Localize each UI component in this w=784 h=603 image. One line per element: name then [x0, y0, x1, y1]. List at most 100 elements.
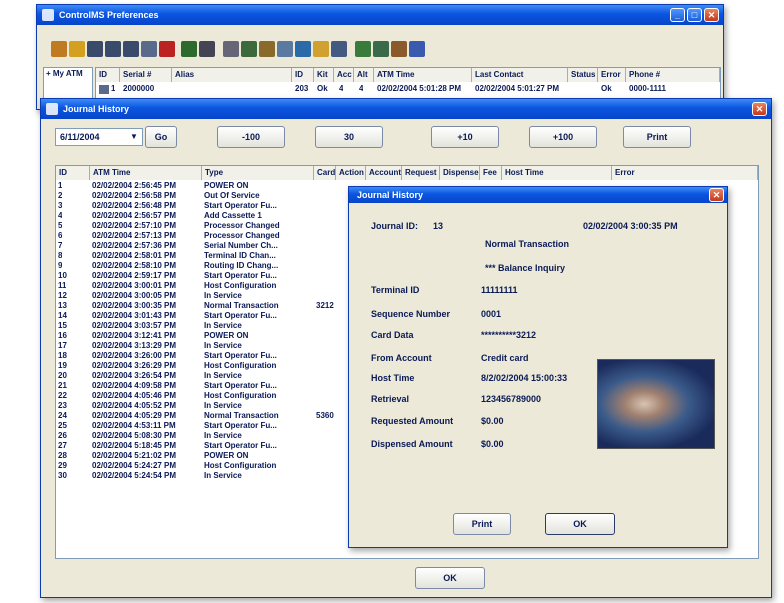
col-header[interactable]: Account: [366, 166, 402, 180]
cell-id: 30: [58, 471, 67, 480]
cell: Ok: [601, 84, 612, 93]
table-row[interactable]: 1 2000000 203 Ok 4 4 02/02/2004 5:01:28 …: [96, 84, 720, 96]
col-header[interactable]: Card: [314, 166, 336, 180]
cell-type: Host Configuration: [204, 461, 277, 470]
preferences-titlebar[interactable]: ControlMS Preferences _ □ ✕: [37, 5, 723, 25]
forward-100-button[interactable]: +100: [529, 126, 597, 148]
cell-time: 02/02/2004 3:01:43 PM: [92, 311, 177, 320]
col-header[interactable]: Last Contact: [472, 68, 568, 82]
tools-icon[interactable]: [391, 41, 407, 57]
cell-id: 29: [58, 461, 67, 470]
forward-10-button[interactable]: +10: [431, 126, 499, 148]
cell-time: 02/02/2004 4:05:52 PM: [92, 401, 177, 410]
field-label: Retrieval: [371, 394, 410, 404]
cell-type: In Service: [204, 401, 242, 410]
col-header[interactable]: ATM Time: [90, 166, 202, 180]
cell: 2000000: [123, 84, 155, 93]
col-header[interactable]: Alias: [172, 68, 292, 82]
detail-ok-button[interactable]: OK: [545, 513, 615, 535]
page-30-button[interactable]: 30: [315, 126, 383, 148]
cell-id: 12: [58, 291, 67, 300]
cell-id: 17: [58, 341, 67, 350]
col-header[interactable]: Acc: [334, 68, 354, 82]
close-button[interactable]: ✕: [704, 8, 719, 22]
journal-ok-button[interactable]: OK: [415, 567, 485, 589]
minimize-button[interactable]: _: [670, 8, 685, 22]
filter-add-icon[interactable]: [105, 41, 121, 57]
grid-icon[interactable]: [373, 41, 389, 57]
mail-icon[interactable]: [141, 41, 157, 57]
back-100-button[interactable]: -100: [217, 126, 285, 148]
col-header[interactable]: Phone #: [626, 68, 720, 82]
document-icon[interactable]: [277, 41, 293, 57]
col-header[interactable]: Dispense: [440, 166, 480, 180]
field-value: 0001: [481, 309, 502, 319]
cell-type: Normal Transaction: [204, 301, 279, 310]
cell-card: 3212: [316, 301, 334, 310]
col-header[interactable]: ATM Time: [374, 68, 472, 82]
col-header[interactable]: Error: [598, 68, 626, 82]
search-icon[interactable]: [223, 41, 239, 57]
journal-close-button[interactable]: ✕: [752, 102, 767, 116]
chevron-down-icon[interactable]: ▼: [128, 131, 140, 143]
cell-id: 13: [58, 301, 67, 310]
detail-dialog: Journal History ✕ Journal ID: 13 02/02/2…: [348, 186, 728, 548]
network-icon[interactable]: [331, 41, 347, 57]
download-icon[interactable]: [69, 41, 85, 57]
journal-title: Journal History: [63, 104, 130, 114]
field-value: **********3212: [481, 330, 537, 340]
col-header[interactable]: Fee: [480, 166, 502, 180]
cell-id: 14: [58, 311, 67, 320]
cell-id: 22: [58, 391, 67, 400]
preferences-title: ControlMS Preferences: [59, 10, 159, 20]
cell-id: 15: [58, 321, 67, 330]
filter-icon[interactable]: [87, 41, 103, 57]
detail-print-button[interactable]: Print: [453, 513, 511, 535]
cell-id: 19: [58, 361, 67, 370]
col-header[interactable]: Action: [336, 166, 366, 180]
col-header[interactable]: Host Time: [502, 166, 612, 180]
col-header[interactable]: Kit: [314, 68, 334, 82]
journal-titlebar[interactable]: Journal History ✕: [41, 99, 771, 119]
cell-type: Start Operator Fu...: [204, 421, 277, 430]
field-value: 11111111: [481, 285, 518, 295]
cell-time: 02/02/2004 2:58:01 PM: [92, 251, 177, 260]
print-button[interactable]: Print: [623, 126, 691, 148]
filter-remove-icon[interactable]: [123, 41, 139, 57]
col-header[interactable]: ID: [96, 68, 120, 82]
cell-type: Start Operator Fu...: [204, 441, 277, 450]
col-header[interactable]: Status: [568, 68, 598, 82]
clipboard-icon[interactable]: [295, 41, 311, 57]
col-header[interactable]: Alt: [354, 68, 374, 82]
go-button[interactable]: Go: [145, 126, 177, 148]
col-header[interactable]: Type: [202, 166, 314, 180]
cell-type: In Service: [204, 291, 242, 300]
cell-id: 21: [58, 381, 67, 390]
terminal-icon[interactable]: [241, 41, 257, 57]
maximize-button[interactable]: □: [687, 8, 702, 22]
cell-time: 02/02/2004 3:00:05 PM: [92, 291, 177, 300]
sound-icon[interactable]: [199, 41, 215, 57]
tree-root[interactable]: + My ATM: [46, 69, 83, 79]
preferences-window: ControlMS Preferences _ □ ✕ + My ATM ID …: [36, 4, 724, 110]
folder-icon[interactable]: [313, 41, 329, 57]
date-select[interactable]: 6/11/2004 ▼: [55, 128, 143, 146]
cell: 02/02/2004 5:01:28 PM: [377, 84, 462, 93]
cell-time: 02/02/2004 3:12:41 PM: [92, 331, 177, 340]
cell-id: 24: [58, 411, 67, 420]
database-icon[interactable]: [355, 41, 371, 57]
col-header[interactable]: Error: [612, 166, 758, 180]
cell-id: 7: [58, 241, 63, 250]
col-header[interactable]: ID: [292, 68, 314, 82]
col-header[interactable]: ID: [56, 166, 90, 180]
col-header[interactable]: Request: [402, 166, 440, 180]
field-value: Credit card: [481, 353, 529, 363]
window-icon[interactable]: [409, 41, 425, 57]
edit-icon[interactable]: [159, 41, 175, 57]
col-header[interactable]: Serial #: [120, 68, 172, 82]
cell-time: 02/02/2004 5:24:54 PM: [92, 471, 177, 480]
printer-icon[interactable]: [51, 41, 67, 57]
refresh-icon[interactable]: [181, 41, 197, 57]
cell-id: 26: [58, 431, 67, 440]
report-icon[interactable]: [259, 41, 275, 57]
